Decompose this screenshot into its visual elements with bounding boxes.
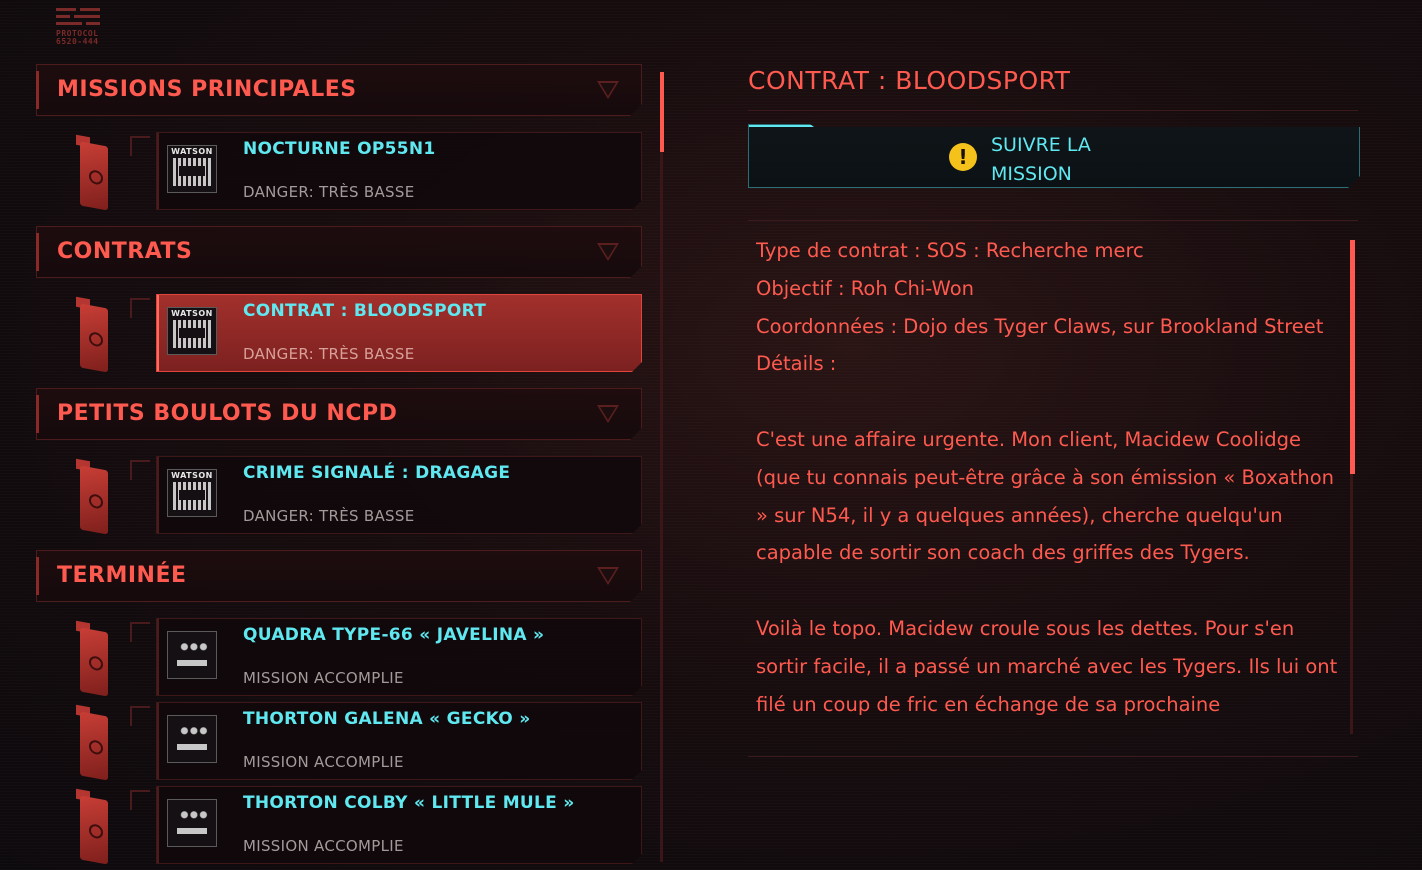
quest-chip-icon [76, 788, 110, 870]
quest-status: MISSION ACCOMPLIE [243, 837, 404, 855]
watson-district-icon: WATSON [167, 145, 217, 193]
track-mission-label: SUIVRE LA MISSION [991, 134, 1091, 185]
chevron-down-icon[interactable] [597, 81, 619, 99]
quest-card[interactable]: QUADRA TYPE-66 « JAVELINA » MISSION ACCO… [156, 618, 642, 696]
quest-card[interactable]: THORTON COLBY « LITTLE MULE » MISSION AC… [156, 786, 642, 864]
quest-chip-icon [76, 704, 110, 786]
list-item[interactable]: THORTON COLBY « LITTLE MULE » MISSION AC… [76, 786, 642, 865]
list-item[interactable]: WATSON CONTRAT : BLOODSPORT DANGER: TRÈS… [76, 294, 642, 373]
divider [748, 110, 1358, 111]
list-item[interactable]: WATSON CRIME SIGNALÉ : DRAGAGE DANGER: T… [76, 456, 642, 535]
quest-card[interactable]: THORTON GALENA « GECKO » MISSION ACCOMPL… [156, 702, 642, 780]
section-header-missions-principales[interactable]: MISSIONS PRINCIPALES [36, 64, 642, 116]
chevron-down-icon[interactable] [597, 243, 619, 261]
description-scroll-thumb[interactable] [1350, 240, 1355, 474]
quest-danger: DANGER: TRÈS BASSE [243, 183, 415, 201]
quest-status: MISSION ACCOMPLIE [243, 753, 404, 771]
quest-list: MISSIONS PRINCIPALES WATSON NOCTURNE OP5… [24, 60, 644, 870]
list-item[interactable]: QUADRA TYPE-66 « JAVELINA » MISSION ACCO… [76, 618, 642, 697]
quest-title: CRIME SIGNALÉ : DRAGAGE [243, 463, 511, 483]
chevron-down-icon[interactable] [597, 567, 619, 585]
watson-district-icon: WATSON [167, 307, 217, 355]
track-mission-button[interactable]: ! SUIVRE LA MISSION [748, 124, 1360, 188]
badlands-district-icon [167, 715, 217, 763]
quest-chip-icon [76, 458, 110, 540]
quest-chip-icon [76, 620, 110, 702]
contract-type: Type de contrat : SOS : Recherche merc [756, 239, 1144, 262]
quest-danger: DANGER: TRÈS BASSE [243, 507, 415, 525]
quest-card[interactable]: WATSON NOCTURNE OP55N1 DANGER: TRÈS BASS… [156, 132, 642, 210]
coordinates: Coordonnées : Dojo des Tyger Claws, sur … [756, 314, 1324, 338]
section-header-terminee[interactable]: TERMINÉE [36, 550, 642, 602]
quest-chip-icon [76, 296, 110, 378]
quest-title: QUADRA TYPE-66 « JAVELINA » [243, 625, 545, 645]
section-title: CONTRATS [57, 239, 193, 264]
protocol-logo: PROTOCOL 6520-444 [56, 6, 226, 46]
quest-danger: DANGER: TRÈS BASSE [243, 345, 415, 363]
mission-description: Type de contrat : SOS : Recherche merc O… [756, 232, 1346, 736]
list-item[interactable]: WATSON NOCTURNE OP55N1 DANGER: TRÈS BASS… [76, 132, 642, 211]
quest-chip-icon [76, 134, 110, 216]
details-label: Détails : [756, 352, 837, 376]
objective: Objectif : Roh Chi-Won [756, 276, 974, 300]
quest-title: NOCTURNE OP55N1 [243, 139, 436, 159]
section-title: PETITS BOULOTS DU NCPD [57, 401, 398, 426]
quest-list-scroll-thumb[interactable] [660, 72, 664, 152]
quest-title: THORTON COLBY « LITTLE MULE » [243, 793, 575, 813]
logo-mark-icon [56, 6, 104, 30]
warning-icon: ! [949, 143, 977, 171]
quest-title: CONTRAT : BLOODSPORT [243, 301, 487, 321]
section-header-petits-boulots[interactable]: PETITS BOULOTS DU NCPD [36, 388, 642, 440]
description-paragraph: C'est une affaire urgente. Mon client, M… [756, 427, 1334, 565]
quest-status: MISSION ACCOMPLIE [243, 669, 404, 687]
description-paragraph: Voilà le topo. Macidew croule sous les d… [756, 616, 1338, 716]
list-item[interactable]: THORTON GALENA « GECKO » MISSION ACCOMPL… [76, 702, 642, 781]
badlands-district-icon [167, 799, 217, 847]
section-header-contrats[interactable]: CONTRATS [36, 226, 642, 278]
quest-card[interactable]: WATSON CRIME SIGNALÉ : DRAGAGE DANGER: T… [156, 456, 642, 534]
badlands-district-icon [167, 631, 217, 679]
section-title: MISSIONS PRINCIPALES [57, 77, 357, 102]
watson-district-icon: WATSON [167, 469, 217, 517]
page-title: CONTRAT : BLOODSPORT [748, 66, 1071, 95]
quest-title: THORTON GALENA « GECKO » [243, 709, 531, 729]
section-title: TERMINÉE [57, 563, 187, 588]
quest-list-scrollbar[interactable] [660, 72, 663, 862]
divider [748, 756, 1358, 757]
divider [748, 220, 1358, 221]
logo-line-2: 6520-444 [56, 37, 99, 46]
quest-card-selected[interactable]: WATSON CONTRAT : BLOODSPORT DANGER: TRÈS… [156, 294, 642, 372]
chevron-down-icon[interactable] [597, 405, 619, 423]
